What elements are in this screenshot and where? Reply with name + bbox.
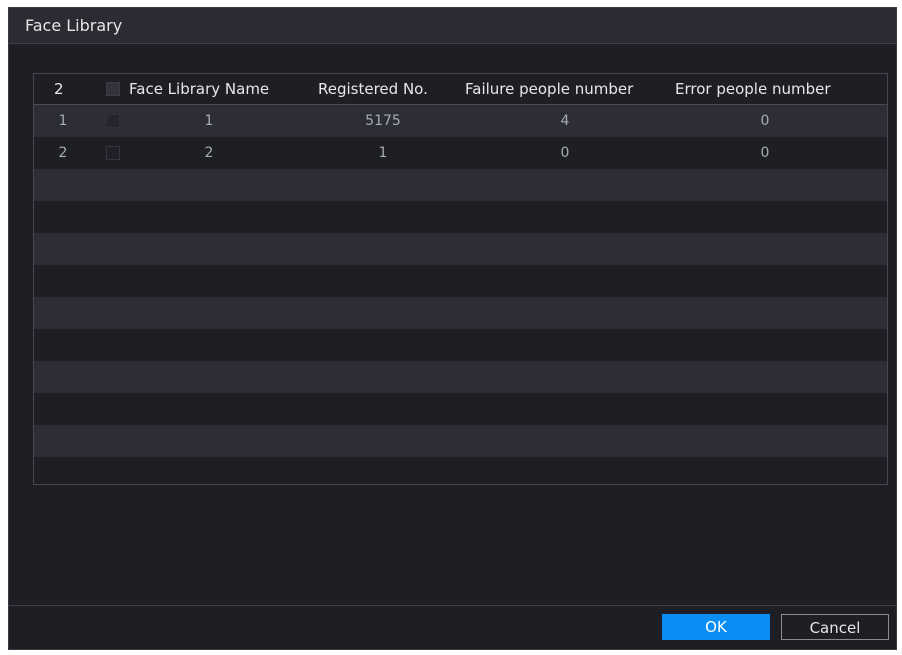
- face-library-dialog: Face Library 2 Face Library Name Registe…: [8, 7, 897, 650]
- column-header-name: Face Library Name: [129, 80, 270, 98]
- column-header-failure: Failure people number: [465, 80, 634, 98]
- cell-error: 0: [760, 113, 770, 129]
- cancel-button[interactable]: Cancel: [781, 614, 889, 640]
- table-row[interactable]: 1 1 5175 4 0: [34, 105, 887, 137]
- empty-row: [34, 425, 887, 457]
- row-count-label: 2: [54, 80, 64, 98]
- cell-failure: 0: [560, 145, 570, 161]
- table-header: 2 Face Library Name Registered No. Failu…: [34, 74, 887, 105]
- cell-failure: 4: [560, 113, 570, 129]
- empty-row: [34, 329, 887, 361]
- empty-row: [34, 233, 887, 265]
- empty-row: [34, 361, 887, 393]
- cell-error: 0: [760, 145, 770, 161]
- cell-name: 2: [204, 145, 214, 161]
- footer-divider: [9, 605, 896, 606]
- row-index: 1: [58, 113, 68, 129]
- dialog-title: Face Library: [25, 16, 123, 35]
- cell-registered: 1: [378, 145, 388, 161]
- empty-row: [34, 201, 887, 233]
- empty-row: [34, 393, 887, 425]
- column-header-registered: Registered No.: [318, 80, 428, 98]
- empty-row: [34, 297, 887, 329]
- empty-row: [34, 457, 887, 484]
- row-index: 2: [58, 145, 68, 161]
- cell-name: 1: [204, 113, 214, 129]
- empty-row: [34, 265, 887, 297]
- column-header-error: Error people number: [675, 80, 831, 98]
- cell-registered: 5175: [365, 113, 401, 129]
- select-all-checkbox[interactable]: [106, 82, 120, 96]
- ok-button[interactable]: OK: [662, 614, 770, 640]
- row-checkbox[interactable]: [106, 146, 120, 160]
- row-checkbox[interactable]: [106, 114, 120, 128]
- face-library-table: 2 Face Library Name Registered No. Failu…: [33, 73, 888, 485]
- table-row[interactable]: 2 2 1 0 0: [34, 137, 887, 169]
- dialog-titlebar: Face Library: [9, 8, 896, 44]
- empty-row: [34, 169, 887, 201]
